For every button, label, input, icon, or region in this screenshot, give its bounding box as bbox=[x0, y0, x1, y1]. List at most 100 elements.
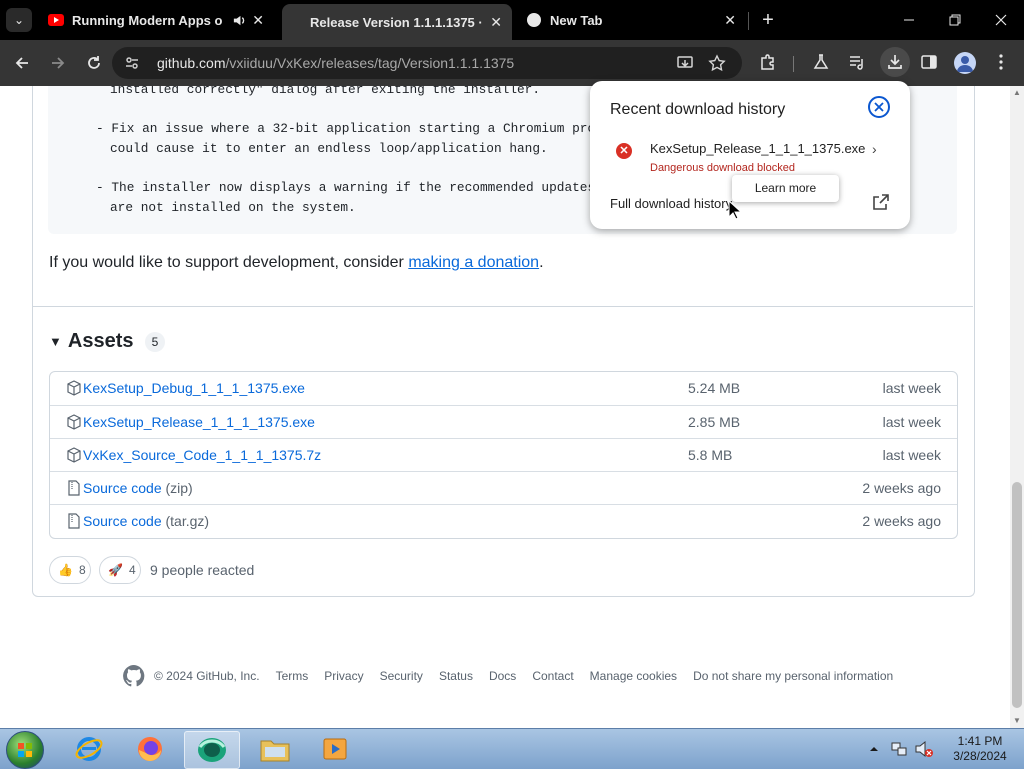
tab-running-modern-apps[interactable]: Running Modern Apps on Windows 7 ✕ bbox=[38, 4, 274, 36]
footer-link-docs[interactable]: Docs bbox=[489, 669, 516, 683]
extensions-button[interactable] bbox=[757, 51, 779, 73]
download-icon bbox=[888, 55, 902, 69]
taskbar-firefox[interactable] bbox=[123, 731, 177, 767]
page-scrollbar[interactable]: ▲ ▼ bbox=[1010, 86, 1024, 728]
scroll-thumb[interactable] bbox=[1012, 482, 1022, 708]
close-tab-icon[interactable]: ✕ bbox=[252, 12, 264, 29]
download-filename[interactable]: KexSetup_Release_1_1_1_1375.exe bbox=[650, 141, 865, 156]
restore-button[interactable] bbox=[932, 6, 978, 34]
asset-date: last week bbox=[882, 380, 941, 396]
github-logo-icon[interactable] bbox=[122, 664, 146, 688]
back-button[interactable] bbox=[8, 49, 36, 77]
assets-list: KexSetup_Debug_1_1_1_1375.exe 5.24 MB la… bbox=[49, 371, 958, 539]
show-hidden-icons-button[interactable] bbox=[868, 733, 882, 765]
rocket-icon: 🚀 bbox=[108, 563, 123, 577]
taskbar-chrome-active[interactable] bbox=[184, 731, 240, 769]
asset-name: KexSetup_Debug_1_1_1_1375.exe bbox=[83, 380, 305, 396]
donation-suffix: . bbox=[539, 254, 544, 271]
asset-name: VxKex_Source_Code_1_1_1_1375.7z bbox=[83, 447, 322, 463]
asset-link[interactable]: KexSetup_Release_1_1_1_1375.exe bbox=[83, 414, 315, 430]
close-window-button[interactable] bbox=[978, 6, 1024, 34]
media-player-icon bbox=[323, 738, 347, 760]
asset-row: KexSetup_Release_1_1_1_1375.exe 2.85 MB … bbox=[50, 405, 957, 439]
url-path: /vxiiduu/VxKex/releases/tag/Version1.1.1… bbox=[225, 55, 515, 71]
asset-link[interactable]: Source code (zip) bbox=[83, 480, 193, 496]
scroll-down-icon[interactable]: ▼ bbox=[1012, 716, 1022, 726]
install-app-icon[interactable] bbox=[676, 54, 694, 72]
chevron-right-icon[interactable]: › bbox=[872, 141, 877, 157]
clock-time: 1:41 PM bbox=[957, 734, 1003, 748]
close-tab-icon[interactable]: ✕ bbox=[724, 12, 736, 29]
code-line: could cause it to enter an endless loop/… bbox=[110, 141, 548, 156]
reaction-rocket[interactable]: 🚀 4 bbox=[99, 556, 141, 584]
triangle-down-icon: ▼ bbox=[49, 334, 62, 349]
chrome-menu-button[interactable] bbox=[990, 51, 1012, 73]
asset-link[interactable]: Source code (tar.gz) bbox=[83, 513, 209, 529]
puzzle-icon bbox=[761, 54, 774, 70]
tab-search-button[interactable]: ⌄ bbox=[6, 8, 32, 32]
assets-toggle[interactable]: ▼ Assets bbox=[49, 330, 133, 353]
media-controls-button[interactable] bbox=[846, 51, 868, 73]
download-bubble-title: Recent download history bbox=[610, 101, 786, 118]
donation-link[interactable]: making a donation bbox=[408, 254, 539, 271]
footer-link-status[interactable]: Status bbox=[439, 669, 473, 683]
reaction-count: 4 bbox=[128, 563, 136, 577]
scroll-up-icon[interactable]: ▲ bbox=[1012, 88, 1022, 98]
reload-icon bbox=[88, 56, 100, 69]
close-icon bbox=[995, 14, 1007, 26]
reaction-thumbs-up[interactable]: 👍 8 bbox=[49, 556, 91, 584]
tab-title: New Tab bbox=[550, 12, 603, 28]
network-tray-button[interactable] bbox=[890, 733, 908, 765]
bookmark-star-icon[interactable] bbox=[708, 54, 726, 72]
tab-title: Release Version 1.1.1.1375 · vxiiduu/VxK… bbox=[310, 14, 485, 30]
new-tab-button[interactable]: + bbox=[756, 8, 780, 32]
profile-avatar[interactable] bbox=[954, 52, 976, 74]
reaction-count: 8 bbox=[78, 563, 86, 577]
labs-button[interactable] bbox=[810, 51, 832, 73]
taskbar-clock[interactable]: 1:41 PM 3/28/2024 bbox=[940, 734, 1020, 764]
windows-taskbar: 1:41 PM 3/28/2024 bbox=[0, 728, 1024, 769]
asset-row: KexSetup_Debug_1_1_1_1375.exe 5.24 MB la… bbox=[50, 372, 957, 405]
taskbar-file-explorer[interactable] bbox=[248, 731, 302, 767]
windows-logo-icon bbox=[18, 743, 32, 757]
close-bubble-button[interactable] bbox=[868, 96, 890, 118]
tab-strip: ⌄ Running Modern Apps on Windows 7 ✕ Rel… bbox=[0, 0, 1024, 40]
url-text[interactable]: github.com/vxiiduu/VxKex/releases/tag/Ve… bbox=[157, 55, 514, 71]
assets-title: Assets bbox=[67, 330, 134, 352]
asset-link[interactable]: KexSetup_Debug_1_1_1_1375.exe bbox=[83, 380, 305, 396]
reaction-summary[interactable]: 9 people reacted bbox=[150, 562, 254, 578]
media-queue-icon bbox=[850, 56, 863, 70]
reload-button[interactable] bbox=[80, 49, 108, 77]
open-external-icon[interactable] bbox=[872, 193, 890, 211]
taskbar-internet-explorer[interactable] bbox=[62, 731, 116, 767]
side-panel-button[interactable] bbox=[918, 51, 940, 73]
footer-link-terms[interactable]: Terms bbox=[276, 669, 309, 683]
speaker-icon[interactable] bbox=[232, 13, 247, 28]
downloads-button[interactable] bbox=[880, 47, 910, 77]
tab-release-version[interactable]: Release Version 1.1.1.1375 · vxiiduu/VxK… bbox=[282, 4, 512, 40]
site-info-icon[interactable] bbox=[124, 55, 140, 71]
footer-link-manage-cookies[interactable]: Manage cookies bbox=[590, 669, 677, 683]
asset-link[interactable]: VxKex_Source_Code_1_1_1_1375.7z bbox=[83, 447, 321, 463]
code-line: installed correctly" dialog after exitin… bbox=[110, 86, 541, 97]
footer-link-security[interactable]: Security bbox=[380, 669, 423, 683]
footer-link-do-not-share[interactable]: Do not share my personal information bbox=[693, 669, 893, 683]
address-bar[interactable]: github.com/vxiiduu/VxKex/releases/tag/Ve… bbox=[112, 47, 742, 79]
full-download-history-link[interactable]: Full download history bbox=[610, 196, 732, 211]
footer-link-privacy[interactable]: Privacy bbox=[324, 669, 363, 683]
taskbar-media-player[interactable] bbox=[308, 731, 362, 767]
close-tab-icon[interactable]: ✕ bbox=[490, 14, 502, 31]
tab-new-tab[interactable]: New Tab ✕ bbox=[516, 4, 746, 36]
network-icon bbox=[891, 742, 907, 756]
download-bubble: Recent download history ✕ KexSetup_Relea… bbox=[590, 81, 910, 229]
page-footer: © 2024 GitHub, Inc. Terms Privacy Securi… bbox=[122, 664, 893, 688]
asset-date: 2 weeks ago bbox=[862, 513, 941, 529]
volume-tray-button[interactable] bbox=[914, 733, 934, 765]
forward-button[interactable] bbox=[44, 49, 72, 77]
donation-text: If you would like to support development… bbox=[49, 254, 544, 272]
minimize-button[interactable] bbox=[886, 6, 932, 34]
start-button[interactable] bbox=[6, 731, 44, 769]
asset-name: Source code bbox=[83, 513, 162, 529]
footer-link-contact[interactable]: Contact bbox=[532, 669, 573, 683]
minimize-icon bbox=[904, 19, 914, 21]
